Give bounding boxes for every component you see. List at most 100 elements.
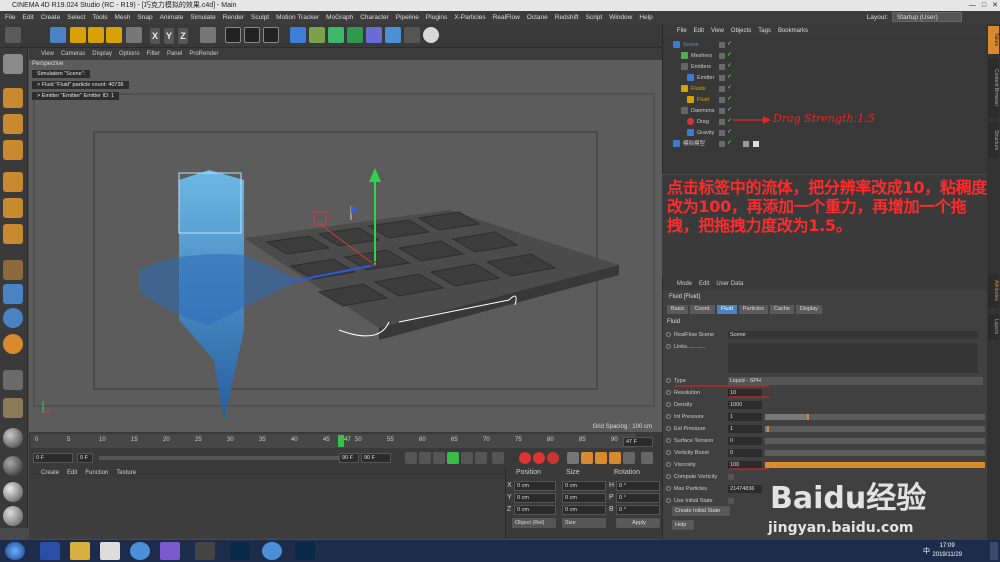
right-tab[interactable]: Content Browser — [988, 58, 999, 118]
object-menu-item[interactable]: File — [677, 28, 687, 34]
compute-vorticity-checkbox[interactable] — [728, 474, 734, 480]
layer-icon[interactable] — [3, 398, 23, 418]
points-mode-icon[interactable] — [3, 172, 23, 192]
object-row-fluid[interactable]: Fluid ✓ — [665, 95, 985, 105]
photoshop-icon[interactable] — [230, 542, 250, 560]
rotate-icon[interactable] — [106, 27, 122, 43]
menu-item[interactable]: Window — [609, 14, 632, 21]
preview-end-field[interactable]: 90 F — [361, 453, 391, 463]
enable-check[interactable]: ✓ — [727, 41, 733, 48]
size-x-field[interactable]: 0 cm — [562, 481, 606, 491]
make-editable-icon[interactable] — [3, 54, 23, 74]
menu-item[interactable]: Sculpt — [251, 14, 269, 21]
enable-check[interactable]: ✓ — [727, 52, 733, 59]
deformer-icon[interactable] — [366, 27, 382, 43]
viscosity-slider[interactable] — [765, 462, 985, 468]
realflow-scene-field[interactable]: Scene — [728, 331, 978, 339]
menu-item[interactable]: Help — [639, 14, 652, 21]
tab-basic[interactable]: Basic — [667, 305, 689, 314]
visibility-dot[interactable] — [719, 119, 725, 125]
edges-mode-icon[interactable] — [3, 198, 23, 218]
scale-icon[interactable] — [88, 27, 104, 43]
position-z-field[interactable]: 0 cm — [514, 505, 556, 515]
workplane-icon[interactable] — [3, 140, 23, 160]
start-icon[interactable] — [5, 542, 25, 560]
menu-item[interactable]: X-Particles — [454, 14, 485, 21]
enable-check[interactable]: ✓ — [727, 96, 733, 103]
viewport-menu-item[interactable]: Panel — [167, 51, 182, 57]
tab-coord[interactable]: Coord. — [690, 305, 715, 314]
render-settings-icon[interactable] — [263, 27, 279, 43]
menu-item[interactable]: Pipeline — [396, 14, 419, 21]
use-initial-state-checkbox[interactable] — [728, 498, 734, 504]
timeline-ruler[interactable]: 0 5 10 15 20 25 30 35 40 45 50 55 60 65 … — [31, 434, 636, 448]
frame-end-field[interactable]: 47 F — [623, 437, 653, 447]
tab-display[interactable]: Display — [795, 305, 822, 314]
visibility-dot[interactable] — [719, 64, 725, 70]
goto-end-icon[interactable] — [475, 452, 487, 464]
param-key-icon[interactable] — [609, 452, 621, 464]
browser-icon[interactable] — [130, 542, 150, 560]
pla-key-icon[interactable] — [623, 452, 635, 464]
reflect-sphere-icon[interactable] — [3, 506, 23, 526]
menu-item[interactable]: Character — [360, 14, 389, 21]
sphere-icon[interactable] — [3, 456, 23, 476]
surface-tension-slider[interactable] — [765, 438, 985, 444]
subdivision-icon[interactable] — [328, 27, 344, 43]
end-frame-field[interactable]: 90 F — [339, 453, 359, 463]
viewport-menu-item[interactable]: Display — [92, 51, 112, 57]
enable-check[interactable]: ✓ — [727, 140, 733, 147]
material-menu-item[interactable]: Edit — [67, 470, 77, 476]
menu-item[interactable]: Render — [223, 14, 244, 21]
enable-check[interactable]: ✓ — [727, 63, 733, 70]
material-sphere-icon[interactable] — [3, 428, 23, 448]
recent-tool-icon[interactable] — [126, 27, 142, 43]
select-icon[interactable] — [50, 27, 66, 43]
viewport-menu-item[interactable]: Cameras — [61, 51, 85, 57]
right-tab[interactable]: Layers — [988, 314, 999, 340]
array-icon[interactable] — [347, 27, 363, 43]
size-y-field[interactable]: 0 cm — [562, 493, 606, 503]
object-row-fluids[interactable]: Fluids ✓ — [665, 84, 985, 94]
coordinate-system-icon[interactable] — [200, 27, 216, 43]
object-menu-item[interactable]: Tags — [758, 28, 771, 34]
ime-indicator[interactable]: 中 — [923, 546, 930, 556]
autokey-icon[interactable] — [533, 452, 545, 464]
camera-icon[interactable] — [404, 27, 420, 43]
model-mode-icon[interactable] — [3, 88, 23, 108]
object-row-emitters[interactable]: Emitters ✓ — [665, 62, 985, 72]
render-picture-icon[interactable] — [244, 27, 260, 43]
position-x-field[interactable]: 0 cm — [514, 481, 556, 491]
cinema4d-icon[interactable] — [195, 542, 215, 560]
viewport-menu-item[interactable]: Options — [119, 51, 140, 57]
photoshop-icon-2[interactable] — [295, 542, 315, 560]
coordinate-mode-dropdown[interactable]: Object (Rel) — [512, 518, 556, 528]
app-icon[interactable] — [160, 542, 180, 560]
attribute-menu-item[interactable]: User Data — [716, 281, 743, 287]
create-initial-state-button[interactable]: Create Initial State — [672, 506, 730, 516]
render-view-icon[interactable] — [225, 27, 241, 43]
attribute-menu-item[interactable]: Mode — [677, 281, 692, 287]
right-tab[interactable]: Takes — [988, 26, 999, 54]
apply-button[interactable]: Apply — [616, 518, 660, 528]
perspective-viewport[interactable]: Perspective Simulation "Scene": > Fluid … — [29, 60, 662, 432]
prev-key-icon[interactable] — [419, 452, 431, 464]
chrome-icon[interactable] — [262, 542, 282, 560]
viewport-menu-item[interactable]: View — [41, 51, 54, 57]
shader-sphere-icon[interactable] — [3, 482, 23, 502]
scale-key-icon[interactable] — [581, 452, 593, 464]
loop-icon[interactable] — [492, 452, 504, 464]
rotation-h-field[interactable]: 0 ° — [616, 481, 660, 491]
range-slider[interactable] — [99, 456, 339, 460]
menu-item[interactable]: Select — [67, 14, 85, 21]
help-button[interactable]: Help — [672, 520, 694, 530]
system-clock[interactable]: 17:09 2019/11/29 — [932, 542, 962, 560]
object-menu-item[interactable]: View — [711, 28, 724, 34]
animate-dot[interactable] — [666, 344, 671, 349]
current-frame-field[interactable]: 0 F — [77, 453, 93, 463]
maximize-button[interactable]: □ — [982, 0, 986, 11]
undo-icon[interactable] — [5, 27, 21, 43]
menu-item[interactable]: File — [5, 14, 15, 21]
object-menu-item[interactable]: Edit — [694, 28, 704, 34]
polygons-mode-icon[interactable] — [3, 224, 23, 244]
